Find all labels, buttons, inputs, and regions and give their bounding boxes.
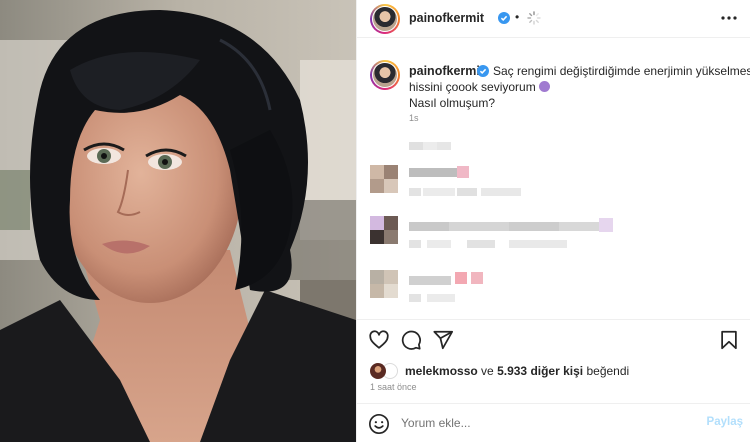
bookmark-icon[interactable] bbox=[718, 329, 740, 351]
author-username[interactable]: painofkermit bbox=[409, 11, 484, 25]
loading-spinner-icon bbox=[527, 11, 541, 25]
caption-timestamp[interactable]: 1s bbox=[409, 113, 419, 123]
post-timestamp[interactable]: 1 saat önce bbox=[370, 382, 417, 392]
likes-others-link[interactable]: 5.933 diğer kişi bbox=[497, 364, 583, 378]
post-header: painofkermit • bbox=[357, 0, 750, 38]
caption-username[interactable]: painofkermit bbox=[409, 64, 484, 78]
likes-suffix: beğendi bbox=[586, 364, 630, 378]
likes-summary: melekmosso ve 5.933 diğer kişi beğendi bbox=[370, 362, 740, 380]
blurred-comments bbox=[357, 130, 750, 310]
likes-connector: ve bbox=[481, 364, 494, 378]
action-bar bbox=[357, 326, 750, 354]
comment-input[interactable] bbox=[401, 414, 691, 432]
caption-text-line-3: Nasıl olmuşum? bbox=[409, 96, 496, 110]
caption-text-line-1: Saç rengimi değiştirdiğimde enerjimin yü… bbox=[493, 64, 750, 78]
author-avatar[interactable] bbox=[370, 4, 400, 34]
smile-icon[interactable] bbox=[368, 413, 390, 435]
post-comment-button[interactable]: Paylaş bbox=[707, 416, 743, 428]
selfie-image bbox=[0, 0, 356, 442]
more-options-icon[interactable] bbox=[719, 8, 739, 28]
actions-divider bbox=[357, 319, 750, 320]
header-separator: • bbox=[515, 10, 520, 24]
heart-icon[interactable] bbox=[368, 329, 390, 351]
caption-author-avatar[interactable] bbox=[370, 60, 400, 90]
sparkle-emoji-icon bbox=[538, 81, 550, 92]
liker-avatar[interactable] bbox=[370, 363, 386, 379]
caption-text-line-2-text: hissini çoook seviyorum bbox=[409, 80, 536, 94]
instagram-post: painofkermit • painofkermit Saç rengimi … bbox=[0, 0, 750, 442]
verified-badge-icon bbox=[477, 65, 489, 77]
liker-username[interactable]: melekmosso bbox=[405, 364, 478, 378]
likes-text: melekmosso ve 5.933 diğer kişi beğendi bbox=[405, 364, 629, 378]
verified-badge-icon bbox=[498, 12, 510, 24]
send-icon[interactable] bbox=[432, 329, 454, 351]
post-photo[interactable] bbox=[0, 0, 356, 442]
caption-text-line-2: hissini çoook seviyorum bbox=[409, 80, 550, 94]
comment-icon[interactable] bbox=[400, 329, 422, 351]
add-comment-form: Paylaş bbox=[357, 404, 750, 442]
post-panel: painofkermit • painofkermit Saç rengimi … bbox=[356, 0, 750, 442]
